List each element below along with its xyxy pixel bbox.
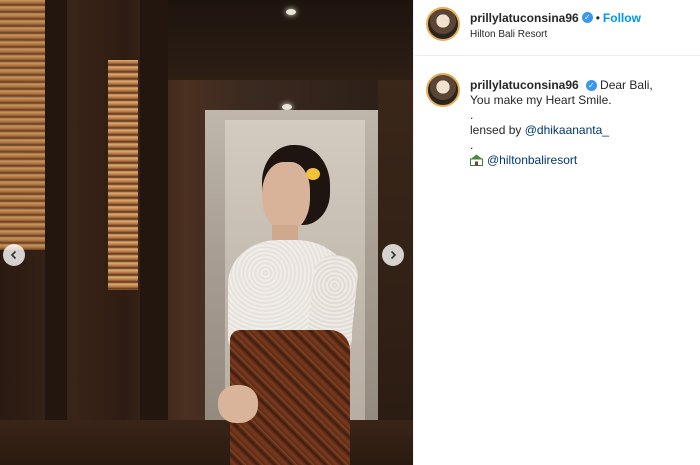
caption-line-2: You make my Heart Smile. xyxy=(470,93,612,107)
carousel-prev-button[interactable] xyxy=(3,244,25,266)
avatar[interactable] xyxy=(426,73,460,107)
username-link[interactable]: prillylatuconsina96 xyxy=(470,11,579,25)
hair-flower xyxy=(306,168,320,180)
window-blinds-middle xyxy=(108,60,138,290)
caption-text: prillylatuconsina96 ✓ Dear Bali, You make… xyxy=(470,78,690,168)
header-user-line: prillylatuconsina96 ✓ • Follow xyxy=(470,9,641,27)
carousel-next-button[interactable] xyxy=(382,244,404,266)
caption-dot: . xyxy=(470,108,474,122)
ceiling-lamp xyxy=(286,9,296,15)
caption-line-1: Dear Bali, xyxy=(600,78,653,92)
separator-dot: • xyxy=(595,11,600,25)
window-blinds-left xyxy=(0,0,45,250)
post-photo[interactable] xyxy=(0,0,413,465)
chevron-right-icon xyxy=(390,250,397,260)
caption-username-link[interactable]: prillylatuconsina96 xyxy=(470,78,579,92)
avatar[interactable] xyxy=(426,7,460,41)
follow-button[interactable]: Follow xyxy=(603,11,641,25)
verified-badge-icon: ✓ xyxy=(581,12,593,24)
wooden-pillar xyxy=(140,0,168,465)
woman-hands xyxy=(218,385,258,423)
hotel-mention-link[interactable]: @hiltonbaliresort xyxy=(487,153,577,167)
photographer-mention-link[interactable]: @dhikaananta_ xyxy=(525,123,609,137)
floor xyxy=(0,420,413,465)
hotel-icon xyxy=(470,154,483,166)
caption-dot: . xyxy=(470,138,474,152)
woman-face xyxy=(262,162,310,232)
chevron-left-icon xyxy=(10,250,17,260)
verified-badge-icon: ✓ xyxy=(585,80,597,92)
location-link[interactable]: Hilton Bali Resort xyxy=(470,29,547,40)
lensed-by-label: lensed by xyxy=(470,123,522,137)
post-side-panel: prillylatuconsina96 ✓ • Follow Hilton Bali … xyxy=(413,0,700,465)
wooden-pillar xyxy=(45,0,67,465)
post-header: prillylatuconsina96 ✓ • Follow Hilton Bali … xyxy=(414,0,700,56)
wall-right xyxy=(378,80,413,465)
